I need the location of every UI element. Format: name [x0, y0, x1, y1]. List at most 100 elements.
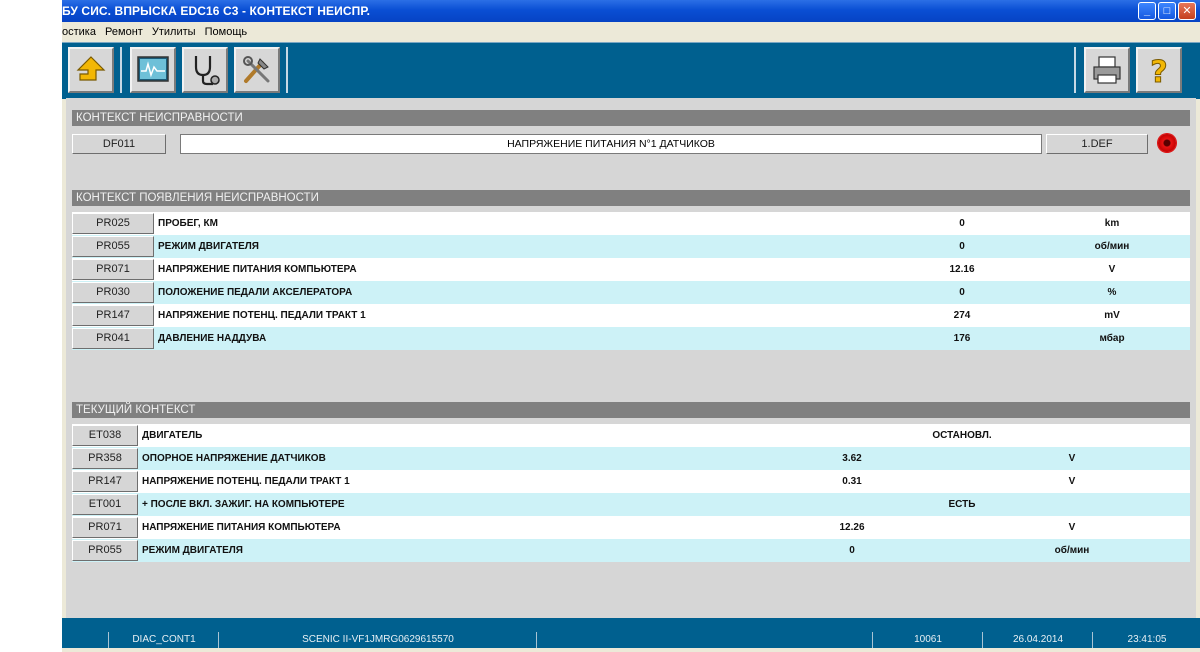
occurrence-context-table: PR025 ПРОБЕГ, КМ 0 km PR055 РЕЖИМ ДВИГАТ… — [72, 212, 1190, 350]
toolbar-separator — [120, 47, 122, 93]
param-unit: V — [1068, 476, 1076, 487]
param-unit: об/мин — [1054, 545, 1090, 556]
param-unit: km — [1104, 218, 1120, 229]
param-unit: V — [1068, 522, 1076, 533]
param-label: ОПОРНОЕ НАПРЯЖЕНИЕ ДАТЧИКОВ — [142, 453, 326, 464]
param-code-button[interactable]: ET001 — [72, 494, 138, 515]
param-label: ДВИГАТЕЛЬ — [142, 430, 203, 441]
maximize-button[interactable]: □ — [1158, 2, 1176, 20]
param-value: 0 — [959, 218, 965, 229]
param-label: НАПРЯЖЕНИЕ ПОТЕНЦ. ПЕДАЛИ ТРАКТ 1 — [142, 476, 350, 487]
help-icon: ? — [1150, 55, 1168, 88]
param-value: 12.26 — [839, 522, 865, 533]
menu-utilities[interactable]: Утилиты — [152, 26, 196, 38]
param-code-button[interactable]: PR358 — [72, 448, 138, 469]
stethoscope-icon — [194, 56, 220, 86]
param-value: 0.31 — [842, 476, 862, 487]
param-unit: mV — [1104, 310, 1120, 321]
param-value: 3.62 — [842, 453, 862, 464]
param-state: ОСТАНОВЛ. — [932, 430, 992, 441]
param-label: ПРОБЕГ, КМ — [158, 218, 218, 229]
close-button[interactable]: ✕ — [1178, 2, 1196, 20]
oscilloscope-button[interactable] — [130, 47, 176, 93]
fault-indicator — [1158, 134, 1176, 152]
section-header-fault-context: КОНТЕКСТ НЕИСПРАВНОСТИ — [72, 110, 1190, 126]
section-header-current-context: ТЕКУЩИЙ КОНТЕКСТ — [72, 402, 1190, 418]
param-state: ЕСТЬ — [948, 499, 976, 510]
param-value: 0 — [849, 545, 855, 556]
printer-icon — [1093, 56, 1121, 84]
section-header-occurrence-context: КОНТЕКСТ ПОЯВЛЕНИЯ НЕИСПРАВНОСТИ — [72, 190, 1190, 206]
param-code-button[interactable]: PR147 — [72, 471, 138, 492]
param-label: ПОЛОЖЕНИЕ ПЕДАЛИ АКСЕЛЕРАТОРА — [158, 287, 353, 298]
table-row: ET001 + ПОСЛЕ ВКЛ. ЗАЖИГ. НА КОМПЬЮТЕРЕ … — [72, 493, 1190, 516]
menu-diagnostics[interactable]: остика — [62, 26, 96, 38]
toolbar-separator — [286, 47, 288, 93]
menu-repair[interactable]: Ремонт — [105, 26, 143, 38]
param-unit: V — [1068, 453, 1076, 464]
param-label: ДАВЛЕНИЕ НАДДУВА — [158, 333, 267, 344]
table-row: PR071 НАПРЯЖЕНИЕ ПИТАНИЯ КОМПЬЮТЕРА 12.2… — [72, 516, 1190, 539]
param-label: РЕЖИМ ДВИГАТЕЛЯ — [142, 545, 243, 556]
table-row: PR055 РЕЖИМ ДВИГАТЕЛЯ 0 об/мин — [72, 539, 1190, 562]
window-controls: _ □ ✕ — [1138, 2, 1196, 20]
table-row: PR041 ДАВЛЕНИЕ НАДДУВА 176 мбар — [72, 327, 1190, 350]
table-row: ET038 ДВИГАТЕЛЬ ОСТАНОВЛ. — [72, 424, 1190, 447]
menu-help[interactable]: Помощь — [205, 26, 248, 38]
param-code-button[interactable]: PR055 — [72, 236, 154, 257]
status-counter: 10061 — [872, 632, 983, 648]
table-row: PR025 ПРОБЕГ, КМ 0 km — [72, 212, 1190, 235]
param-label: РЕЖИМ ДВИГАТЕЛЯ — [158, 241, 259, 252]
param-unit: V — [1108, 264, 1116, 275]
status-time: 23:41:05 — [1092, 632, 1200, 648]
param-code-button[interactable]: PR071 — [72, 517, 138, 538]
status-screen-id: DIAC_CONT1 — [108, 632, 219, 648]
status-vehicle-vin: SCENIC II-VF1JMRG0629615570 — [218, 632, 537, 648]
param-label: НАПРЯЖЕНИЕ ПИТАНИЯ КОМПЬЮТЕРА — [158, 264, 357, 275]
param-label: + ПОСЛЕ ВКЛ. ЗАЖИГ. НА КОМПЬЮТЕРЕ — [142, 499, 345, 510]
param-value: 12.16 — [949, 264, 975, 275]
help-button[interactable]: ? — [1136, 47, 1182, 93]
param-unit: мбар — [1099, 333, 1125, 344]
param-value: 274 — [953, 310, 971, 321]
status-cell — [536, 632, 873, 648]
up-arrow-icon — [76, 56, 106, 81]
tools-icon — [243, 56, 270, 83]
back-button[interactable] — [68, 47, 114, 93]
param-code-button[interactable]: PR147 — [72, 305, 154, 326]
minimize-button[interactable]: _ — [1138, 2, 1156, 20]
svg-text:?: ? — [1150, 55, 1167, 87]
table-row: PR030 ПОЛОЖЕНИЕ ПЕДАЛИ АКСЕЛЕРАТОРА 0 % — [72, 281, 1190, 304]
toolbar: ? — [62, 42, 1200, 99]
fault-code-button[interactable]: DF011 — [72, 134, 166, 154]
table-row: PR147 НАПРЯЖЕНИЕ ПОТЕНЦ. ПЕДАЛИ ТРАКТ 1 … — [72, 470, 1190, 493]
table-row: PR358 ОПОРНОЕ НАПРЯЖЕНИЕ ДАТЧИКОВ 3.62 V — [72, 447, 1190, 470]
table-row: PR147 НАПРЯЖЕНИЕ ПОТЕНЦ. ПЕДАЛИ ТРАКТ 1 … — [72, 304, 1190, 327]
param-code-button[interactable]: PR025 — [72, 213, 154, 234]
param-code-button[interactable]: PR071 — [72, 259, 154, 280]
status-date: 26.04.2014 — [982, 632, 1093, 648]
current-context-table: ET038 ДВИГАТЕЛЬ ОСТАНОВЛ. PR358 ОПОРНОЕ … — [72, 424, 1190, 562]
table-row: PR071 НАПРЯЖЕНИЕ ПИТАНИЯ КОМПЬЮТЕРА 12.1… — [72, 258, 1190, 281]
status-cell — [62, 632, 108, 648]
menu-bar: остика Ремонт Утилиты Помощь — [62, 22, 1200, 42]
fault-status-button[interactable]: 1.DEF — [1046, 134, 1148, 154]
param-code-button[interactable]: ET038 — [72, 425, 138, 446]
param-code-button[interactable]: PR030 — [72, 282, 154, 303]
fault-description: НАПРЯЖЕНИЕ ПИТАНИЯ N°1 ДАТЧИКОВ — [180, 134, 1042, 154]
status-bar: DIAC_CONT1 SCENIC II-VF1JMRG0629615570 1… — [62, 632, 1200, 648]
param-unit: % — [1107, 287, 1117, 298]
window-title: БУ СИС. ВПРЫСКА EDC16 C3 - КОНТЕКСТ НЕИС… — [62, 4, 371, 18]
param-unit: об/мин — [1094, 241, 1130, 252]
param-value: 0 — [959, 287, 965, 298]
content-area: КОНТЕКСТ НЕИСПРАВНОСТИ DF011 НАПРЯЖЕНИЕ … — [66, 98, 1196, 618]
param-code-button[interactable]: PR055 — [72, 540, 138, 561]
param-value: 0 — [959, 241, 965, 252]
oscilloscope-icon — [137, 56, 169, 82]
param-code-button[interactable]: PR041 — [72, 328, 154, 349]
print-button[interactable] — [1084, 47, 1130, 93]
param-label: НАПРЯЖЕНИЕ ПИТАНИЯ КОМПЬЮТЕРА — [142, 522, 341, 533]
toolbar-separator — [1074, 47, 1076, 93]
diagnostic-button[interactable] — [182, 47, 228, 93]
tools-button[interactable] — [234, 47, 280, 93]
